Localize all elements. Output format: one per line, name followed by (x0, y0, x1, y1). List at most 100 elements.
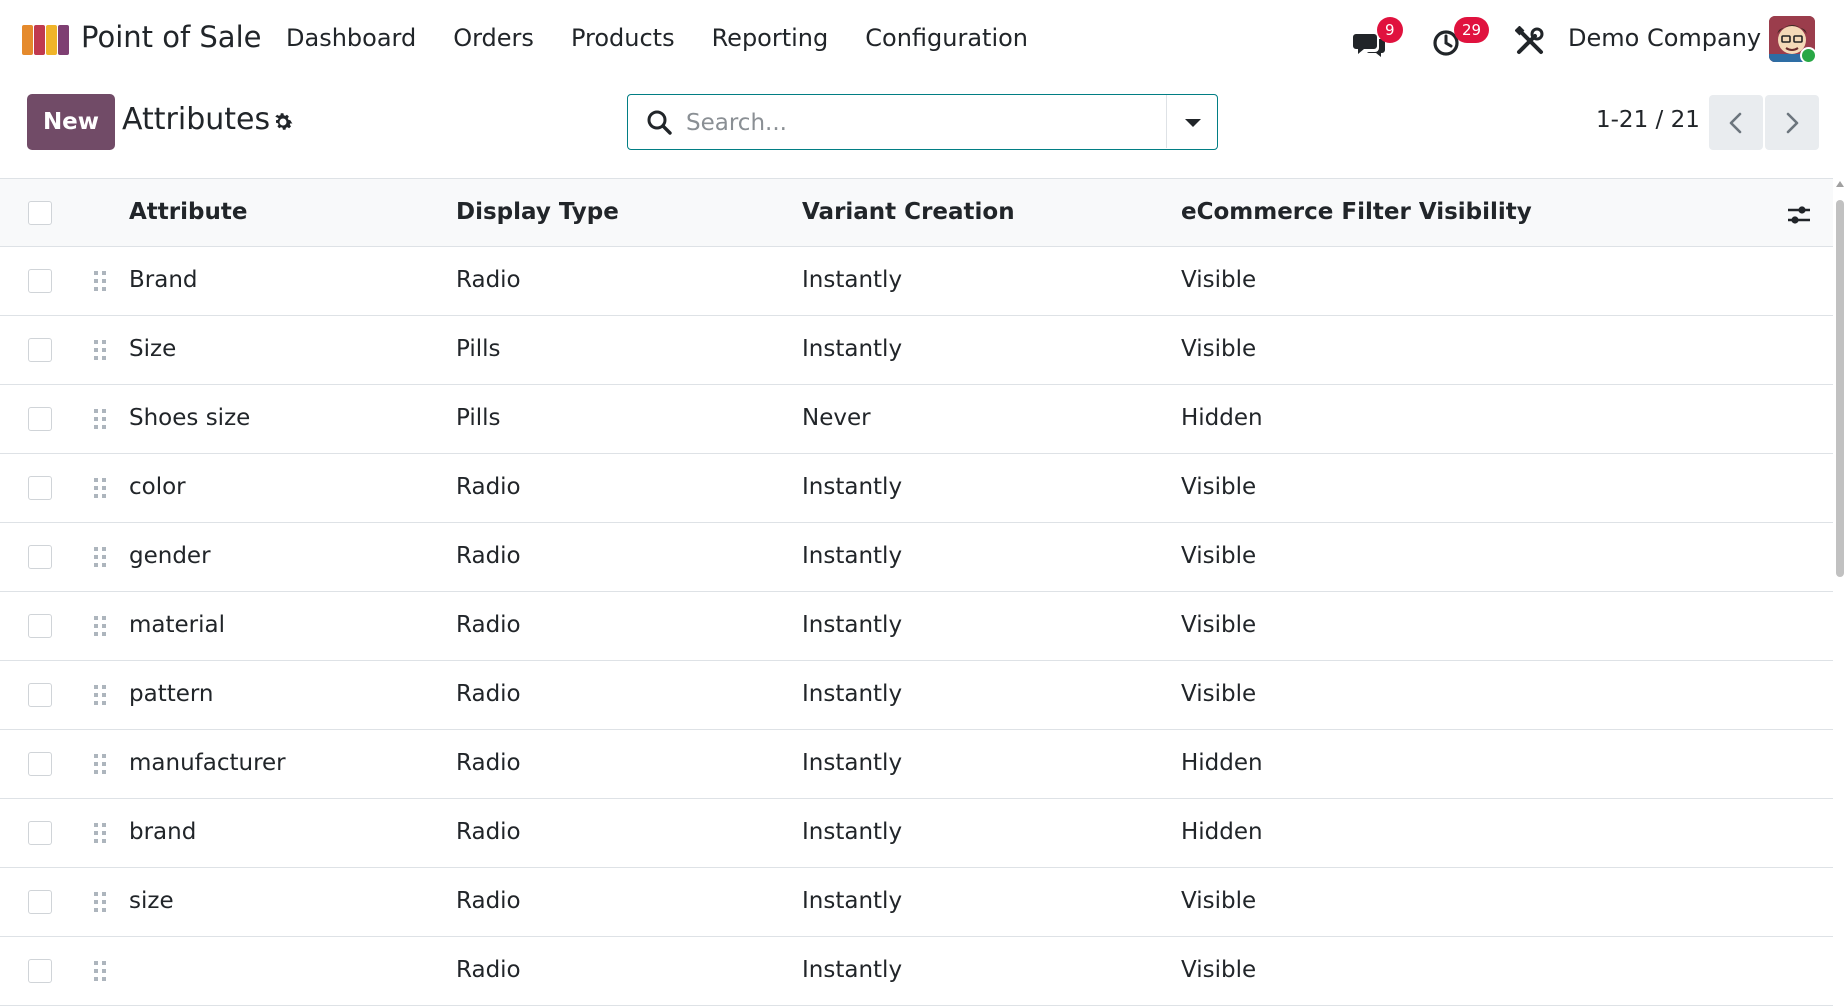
cell-variant-creation: Instantly (802, 612, 903, 638)
cell-variant-creation: Instantly (802, 750, 903, 776)
drag-handle-icon[interactable] (91, 337, 107, 363)
activities-badge: 29 (1454, 17, 1490, 43)
debug-tools-button[interactable] (1508, 18, 1552, 62)
menu-products[interactable]: Products (571, 24, 675, 52)
row-checkbox[interactable] (28, 407, 52, 431)
drag-handle-icon[interactable] (91, 751, 107, 777)
table-row[interactable]: size Radio Instantly Visible (0, 868, 1833, 937)
pager-next-button[interactable] (1765, 95, 1819, 150)
drag-handle-icon[interactable] (91, 268, 107, 294)
cell-display-type: Radio (456, 543, 521, 569)
chevron-right-icon (1786, 112, 1799, 134)
row-checkbox[interactable] (28, 614, 52, 638)
cell-ecommerce-visibility: Hidden (1181, 819, 1263, 845)
cell-variant-creation: Instantly (802, 888, 903, 914)
table-row[interactable]: pattern Radio Instantly Visible (0, 661, 1833, 730)
row-checkbox[interactable] (28, 959, 52, 983)
scrollbar-thumb[interactable] (1836, 200, 1844, 577)
cell-variant-creation: Instantly (802, 336, 903, 362)
pager-value[interactable]: 1-21 / 21 (1596, 107, 1700, 133)
select-all-checkbox[interactable] (28, 201, 52, 225)
online-status-indicator (1800, 47, 1817, 64)
cell-variant-creation: Instantly (802, 819, 903, 845)
company-switcher[interactable]: Demo Company (1568, 24, 1761, 52)
cell-attribute: Size (129, 336, 177, 362)
drag-handle-icon[interactable] (91, 613, 107, 639)
cell-variant-creation: Instantly (802, 267, 903, 293)
cell-display-type: Radio (456, 681, 521, 707)
row-checkbox[interactable] (28, 752, 52, 776)
chevron-left-icon (1729, 112, 1742, 134)
header-ecommerce-visibility[interactable]: eCommerce Filter Visibility (1181, 199, 1532, 225)
header-display-type[interactable]: Display Type (456, 199, 619, 225)
cell-attribute: material (129, 612, 225, 638)
cell-ecommerce-visibility: Hidden (1181, 750, 1263, 776)
cell-ecommerce-visibility: Visible (1181, 267, 1257, 293)
table-row[interactable]: Shoes size Pills Never Hidden (0, 385, 1833, 454)
cell-ecommerce-visibility: Hidden (1181, 405, 1263, 431)
new-button[interactable]: New (27, 94, 115, 150)
column-settings-icon[interactable] (1786, 202, 1812, 228)
row-checkbox[interactable] (28, 338, 52, 362)
cell-attribute: gender (129, 543, 211, 569)
drag-handle-icon[interactable] (91, 475, 107, 501)
cell-display-type: Radio (456, 612, 521, 638)
cell-display-type: Pills (456, 336, 501, 362)
row-checkbox[interactable] (28, 269, 52, 293)
row-checkbox[interactable] (28, 476, 52, 500)
table-row[interactable]: Brand Radio Instantly Visible (0, 247, 1833, 316)
cell-display-type: Radio (456, 819, 521, 845)
cell-attribute: color (129, 474, 186, 500)
cell-variant-creation: Never (802, 405, 871, 431)
table-row[interactable]: color Radio Instantly Visible (0, 454, 1833, 523)
search-bar (627, 94, 1218, 150)
menu-configuration[interactable]: Configuration (865, 24, 1028, 52)
list-header: Attribute Display Type Variant Creation … (0, 178, 1833, 247)
scroll-up-arrow[interactable] (1836, 181, 1844, 187)
caret-down-icon (1185, 119, 1201, 127)
drag-handle-icon[interactable] (91, 958, 107, 984)
cell-attribute: Brand (129, 267, 198, 293)
drag-handle-icon[interactable] (91, 889, 107, 915)
gear-icon[interactable] (271, 110, 295, 134)
cell-attribute: size (129, 888, 174, 914)
cell-display-type: Pills (456, 405, 501, 431)
row-checkbox[interactable] (28, 890, 52, 914)
drag-handle-icon[interactable] (91, 682, 107, 708)
header-attribute[interactable]: Attribute (129, 199, 247, 225)
drag-handle-icon[interactable] (91, 544, 107, 570)
menu-orders[interactable]: Orders (453, 24, 534, 52)
search-icon (647, 110, 672, 135)
page-title: Attributes (122, 102, 271, 137)
row-checkbox[interactable] (28, 821, 52, 845)
pager-previous-button[interactable] (1709, 95, 1763, 150)
table-row[interactable]: Radio Instantly Visible (0, 937, 1833, 1006)
search-input[interactable] (684, 103, 1188, 143)
cell-display-type: Radio (456, 474, 521, 500)
table-row[interactable]: manufacturer Radio Instantly Hidden (0, 730, 1833, 799)
menu-dashboard[interactable]: Dashboard (286, 24, 416, 52)
pos-logo-icon[interactable] (21, 23, 71, 57)
cell-attribute: manufacturer (129, 750, 286, 776)
table-row[interactable]: material Radio Instantly Visible (0, 592, 1833, 661)
cell-ecommerce-visibility: Visible (1181, 474, 1257, 500)
header-variant-creation[interactable]: Variant Creation (802, 199, 1015, 225)
tools-icon (1515, 26, 1544, 54)
cell-attribute: brand (129, 819, 197, 845)
messages-badge: 9 (1377, 17, 1403, 43)
table-row[interactable]: brand Radio Instantly Hidden (0, 799, 1833, 868)
drag-handle-icon[interactable] (91, 820, 107, 846)
row-checkbox[interactable] (28, 683, 52, 707)
drag-handle-icon[interactable] (91, 406, 107, 432)
table-row[interactable]: gender Radio Instantly Visible (0, 523, 1833, 592)
cell-attribute: Shoes size (129, 405, 251, 431)
search-options-toggle[interactable] (1166, 95, 1217, 148)
main-menu: Dashboard Orders Products Reporting Conf… (286, 24, 1065, 52)
top-navbar: Point of Sale Dashboard Orders Products … (0, 0, 1847, 80)
table-row[interactable]: Size Pills Instantly Visible (0, 316, 1833, 385)
menu-reporting[interactable]: Reporting (712, 24, 829, 52)
row-checkbox[interactable] (28, 545, 52, 569)
cell-variant-creation: Instantly (802, 957, 903, 983)
app-name[interactable]: Point of Sale (81, 20, 261, 54)
cell-ecommerce-visibility: Visible (1181, 888, 1257, 914)
